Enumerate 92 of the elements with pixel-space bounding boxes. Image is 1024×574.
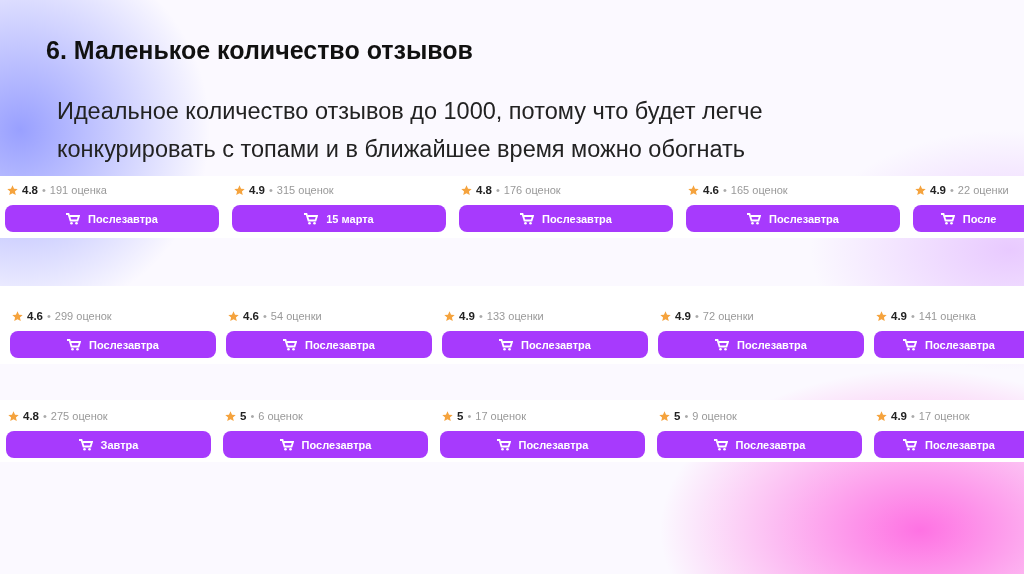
cart-icon — [715, 338, 730, 351]
delivery-button[interactable]: Послезавтра — [442, 331, 648, 358]
cart-icon — [940, 212, 955, 225]
delivery-button[interactable]: Послезавтра — [223, 431, 428, 458]
cart-icon — [304, 212, 319, 225]
rating-value: 4.6 — [243, 310, 259, 322]
delivery-button[interactable]: Послезавтра — [874, 331, 1024, 358]
delivery-button[interactable]: Послезавтра — [874, 431, 1024, 458]
cart-icon — [903, 338, 918, 351]
rating-value: 4.9 — [930, 184, 946, 196]
star-icon — [225, 410, 236, 422]
separator-dot: • — [47, 310, 51, 322]
delivery-button[interactable]: Послезавтра — [226, 331, 432, 358]
star-icon — [444, 310, 455, 322]
separator-dot: • — [269, 184, 273, 196]
review-count: 17 оценок — [475, 410, 526, 422]
rating-value: 5 — [457, 410, 464, 422]
star-icon — [12, 310, 23, 322]
star-icon — [915, 184, 926, 196]
star-icon — [7, 184, 18, 196]
rating-value: 4.8 — [476, 184, 492, 196]
star-icon — [442, 410, 453, 422]
separator-dot: • — [263, 310, 267, 322]
cart-icon — [713, 438, 728, 451]
cart-icon — [283, 338, 298, 351]
review-count: 315 оценок — [276, 184, 334, 196]
star-icon — [660, 310, 671, 322]
review-count: 141 оценка — [918, 310, 976, 322]
star-icon — [659, 410, 670, 422]
cart-icon — [903, 438, 918, 451]
cart-icon — [499, 338, 514, 351]
review-count: 6 оценок — [258, 410, 303, 422]
review-count: 165 оценок — [730, 184, 788, 196]
delivery-button[interactable]: Послезавтра — [10, 331, 216, 358]
review-count: 299 оценок — [54, 310, 112, 322]
rating-value: 4.9 — [891, 410, 907, 422]
rating-value: 4.9 — [249, 184, 265, 196]
review-count: 133 оценки — [486, 310, 544, 322]
review-count: 54 оценки — [270, 310, 322, 322]
cart-icon — [67, 338, 82, 351]
separator-dot: • — [950, 184, 954, 196]
star-icon — [876, 310, 887, 322]
star-icon — [876, 410, 887, 422]
cart-icon — [66, 212, 81, 225]
separator-dot: • — [43, 410, 47, 422]
review-count: 9 оценок — [692, 410, 737, 422]
rating-value: 4.9 — [675, 310, 691, 322]
separator-dot: • — [684, 410, 689, 422]
delivery-button[interactable]: Послезавтра — [440, 431, 645, 458]
cart-icon — [496, 438, 511, 451]
delivery-button[interactable]: После — [913, 205, 1024, 232]
separator-dot: • — [496, 184, 500, 196]
rating-value: 4.8 — [22, 184, 38, 196]
separator-dot: • — [250, 410, 255, 422]
separator-dot: • — [479, 310, 483, 322]
star-icon — [688, 184, 699, 196]
delivery-button[interactable]: Завтра — [6, 431, 211, 458]
star-icon — [234, 184, 245, 196]
rating-value: 4.6 — [27, 310, 43, 322]
rating-value: 4.9 — [459, 310, 475, 322]
delivery-button[interactable]: Послезавтра — [686, 205, 900, 232]
star-icon — [228, 310, 239, 322]
review-count: 275 оценок — [50, 410, 108, 422]
star-icon — [461, 184, 472, 196]
rating-value: 4.9 — [891, 310, 907, 322]
rating-value: 4.6 — [703, 184, 719, 196]
cart-icon — [279, 438, 294, 451]
separator-dot: • — [723, 184, 727, 196]
review-count: 17 оценок — [918, 410, 970, 422]
review-count: 22 оценки — [957, 184, 1009, 196]
separator-dot: • — [42, 184, 46, 196]
separator-dot: • — [911, 410, 915, 422]
separator-dot: • — [695, 310, 699, 322]
review-count: 72 оценки — [702, 310, 754, 322]
separator-dot: • — [911, 310, 915, 322]
slide-title: 6. Маленькое количество отзывов — [45, 35, 474, 66]
cart-icon — [78, 438, 93, 451]
cart-icon — [520, 212, 535, 225]
delivery-button[interactable]: 15 марта — [232, 205, 446, 232]
review-count: 176 оценок — [503, 184, 561, 196]
separator-dot: • — [467, 410, 472, 422]
delivery-button[interactable]: Послезавтра — [658, 331, 864, 358]
rating-value: 5 — [674, 410, 681, 422]
rating-value: 4.8 — [23, 410, 39, 422]
delivery-button[interactable]: Послезавтра — [657, 431, 862, 458]
slide-text: Идеальное количество отзывов до 1000, потому что будет легче конкурировать с топами и в ближайшее время можно обогнать — [56, 97, 764, 164]
review-count: 191 оценка — [49, 184, 107, 196]
star-icon — [8, 410, 19, 422]
delivery-button[interactable]: Послезавтра — [5, 205, 219, 232]
delivery-button[interactable]: Послезавтра — [459, 205, 673, 232]
cart-icon — [747, 212, 762, 225]
rating-value: 5 — [240, 410, 247, 422]
